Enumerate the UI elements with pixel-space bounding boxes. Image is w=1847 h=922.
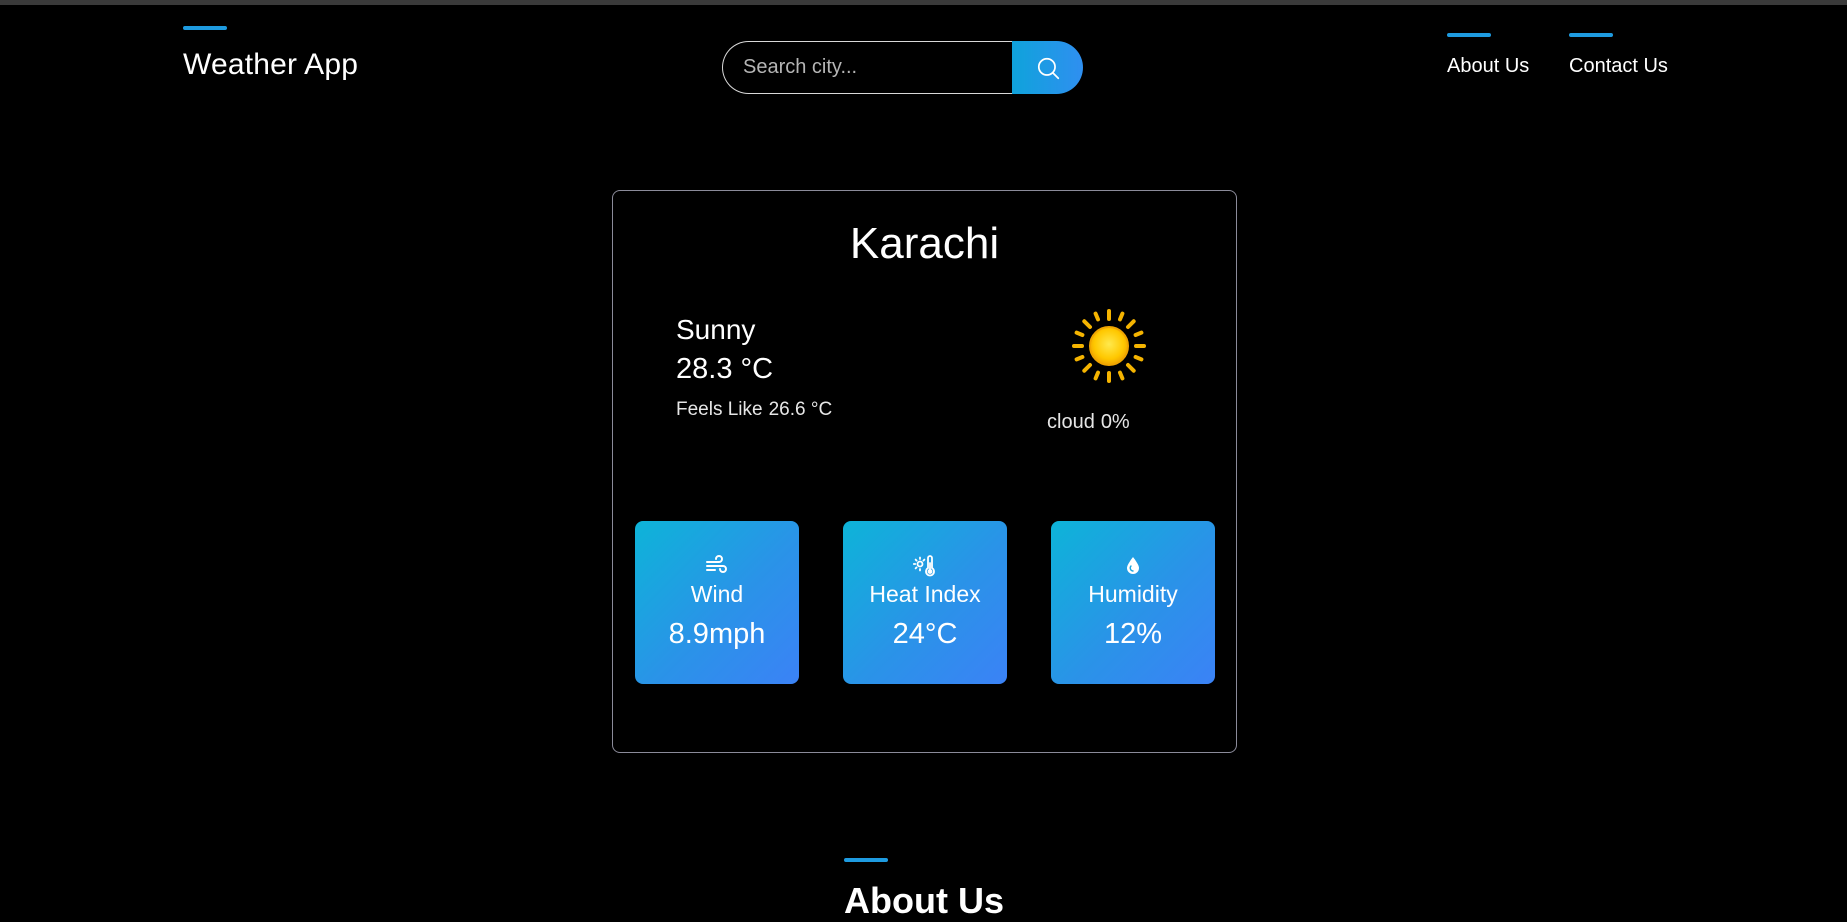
nav-about-us[interactable]: About Us [1447, 33, 1529, 78]
about-heading: About Us [844, 880, 1004, 921]
stat-value: 24°C [892, 618, 958, 650]
stat-label: Humidity [1088, 581, 1178, 607]
cloud-value: 0% [1100, 411, 1130, 433]
feels-like: Feels Like 26.6 °C [676, 399, 832, 421]
brand-title[interactable]: Weather App [183, 48, 358, 82]
search-input[interactable] [722, 41, 1012, 94]
feels-like-value: 26.6 °C [768, 399, 833, 420]
about-section: About Us [844, 858, 1004, 922]
stat-card-wind: Wind 8.9mph [635, 521, 799, 684]
nav-contact-us[interactable]: Contact Us [1569, 33, 1668, 78]
nav-about-us-label: About Us [1447, 55, 1530, 77]
search-form [722, 41, 1083, 94]
stat-card-heat-index: Heat Index 24°C [843, 521, 1007, 684]
accent-bar [183, 26, 227, 30]
search-button[interactable] [1012, 41, 1083, 94]
accent-bar [1447, 33, 1491, 37]
city-name: Karachi [849, 219, 1000, 268]
stat-card-humidity: Humidity 12% [1051, 521, 1215, 684]
cloud-label: cloud [1047, 411, 1095, 433]
wind-icon [706, 555, 727, 573]
stat-value: 8.9mph [668, 618, 766, 650]
cloud-coverage: cloud 0% [1047, 411, 1130, 434]
stat-label: Wind [690, 581, 744, 607]
accent-bar [1569, 33, 1613, 37]
weather-condition: Sunny [676, 314, 756, 345]
sun-icon [1072, 309, 1146, 383]
browser-top-edge [0, 0, 1847, 5]
feels-like-label: Feels Like [676, 399, 763, 420]
accent-bar [844, 858, 888, 862]
temperature: 28.3 °C [676, 353, 774, 385]
brand[interactable]: Weather App [183, 26, 358, 82]
search-icon [1037, 57, 1059, 79]
stat-label: Heat Index [869, 581, 981, 607]
stat-value: 12% [1103, 618, 1163, 650]
droplet-icon [1127, 557, 1139, 574]
thermometer-sun-icon [913, 555, 935, 577]
nav-contact-us-label: Contact Us [1569, 55, 1668, 77]
weather-card: Karachi Sunny 28.3 °C Feels Like26.6 °C [612, 190, 1237, 753]
